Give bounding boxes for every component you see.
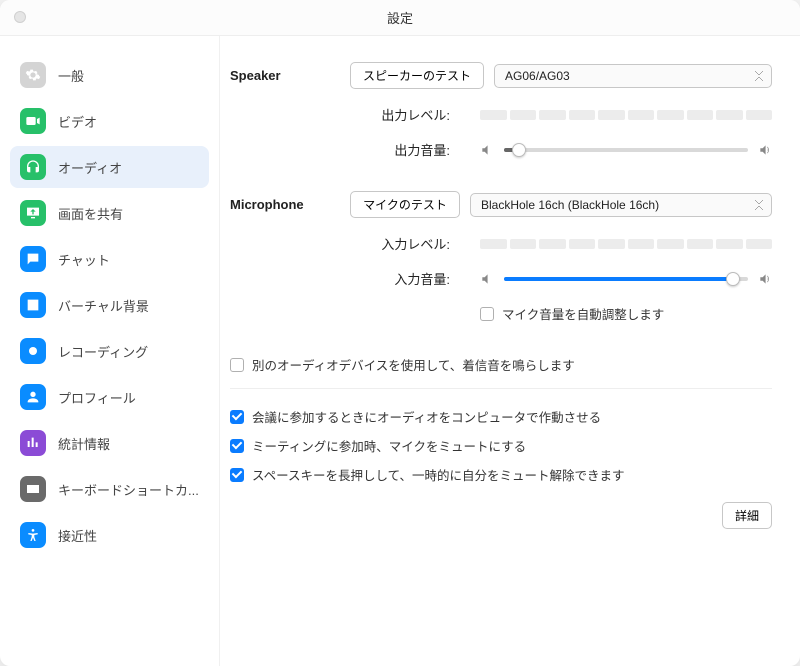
input-volume-slider[interactable] [504, 271, 748, 287]
test-speaker-button[interactable]: スピーカーのテスト [350, 62, 484, 89]
input-volume-label: 入力音量: [230, 269, 480, 288]
sidebar-item-label: 統計情報 [58, 434, 110, 453]
sidebar-item-label: 画面を共有 [58, 204, 123, 223]
sidebar-item-accessibility[interactable]: 接近性 [10, 514, 209, 556]
chat-icon [20, 246, 46, 272]
auto-adjust-mic-checkbox[interactable] [480, 307, 494, 321]
sidebar-item-label: ビデオ [58, 112, 97, 131]
ringtone-device-checkbox[interactable] [230, 358, 244, 372]
mute-on-join-checkbox[interactable] [230, 439, 244, 453]
speaker-heading: Speaker [230, 68, 350, 83]
volume-high-icon [758, 272, 772, 286]
sidebar-item-general[interactable]: 一般 [10, 54, 209, 96]
mic-device-value: BlackHole 16ch (BlackHole 16ch) [481, 198, 659, 212]
audio-settings-panel: Speaker スピーカーのテスト AG06/AG03 出力レベル: [220, 36, 800, 666]
join-with-computer-audio-label: 会議に参加するときにオーディオをコンピュータで作動させる [252, 407, 601, 426]
window-title: 設定 [387, 8, 413, 27]
video-icon [20, 108, 46, 134]
titlebar: 設定 [0, 0, 800, 36]
ringtone-device-label: 別のオーディオデバイスを使用して、着信音を鳴らします [252, 355, 575, 374]
output-level-label: 出力レベル: [230, 105, 480, 124]
headphone-icon [20, 154, 46, 180]
sidebar-item-label: 接近性 [58, 526, 97, 545]
output-volume-slider[interactable] [504, 142, 748, 158]
sidebar-item-audio[interactable]: オーディオ [10, 146, 209, 188]
mic-device-select[interactable]: BlackHole 16ch (BlackHole 16ch) [470, 193, 772, 217]
sidebar-item-label: 一般 [58, 66, 84, 85]
gear-icon [20, 62, 46, 88]
sidebar-item-label: チャット [58, 250, 110, 269]
image-icon [20, 292, 46, 318]
space-unmute-checkbox[interactable] [230, 468, 244, 482]
keyboard-icon [20, 476, 46, 502]
sidebar-item-label: キーボードショートカ... [58, 480, 199, 499]
volume-low-icon [480, 272, 494, 286]
advanced-button[interactable]: 詳細 [722, 502, 772, 529]
sidebar-item-profile[interactable]: プロフィール [10, 376, 209, 418]
space-unmute-label: スペースキーを長押しして、一時的に自分をミュート解除できます [252, 465, 625, 484]
microphone-heading: Microphone [230, 197, 350, 212]
output-level-meter [480, 110, 772, 120]
join-with-computer-audio-checkbox[interactable] [230, 410, 244, 424]
speaker-device-value: AG06/AG03 [505, 69, 570, 83]
settings-window: 設定 一般 ビデオ オーディオ [0, 0, 800, 666]
speaker-device-select[interactable]: AG06/AG03 [494, 64, 772, 88]
sidebar-item-video[interactable]: ビデオ [10, 100, 209, 142]
sidebar-item-shortcuts[interactable]: キーボードショートカ... [10, 468, 209, 510]
volume-high-icon [758, 143, 772, 157]
sidebar-item-chat[interactable]: チャット [10, 238, 209, 280]
input-level-label: 入力レベル: [230, 234, 480, 253]
sidebar-item-statistics[interactable]: 統計情報 [10, 422, 209, 464]
bar-chart-icon [20, 430, 46, 456]
sidebar-item-label: レコーディング [58, 342, 148, 361]
sidebar-item-label: バーチャル背景 [58, 296, 149, 315]
sidebar-item-label: オーディオ [58, 158, 122, 177]
record-icon [20, 338, 46, 364]
close-dot[interactable] [14, 11, 26, 23]
share-screen-icon [20, 200, 46, 226]
sidebar-item-virtual-bg[interactable]: バーチャル背景 [10, 284, 209, 326]
person-icon [20, 384, 46, 410]
separator [230, 388, 772, 389]
accessibility-icon [20, 522, 46, 548]
test-mic-button[interactable]: マイクのテスト [350, 191, 460, 218]
sidebar-item-recording[interactable]: レコーディング [10, 330, 209, 372]
output-volume-label: 出力音量: [230, 140, 480, 159]
auto-adjust-mic-label: マイク音量を自動調整します [502, 304, 664, 323]
sidebar-item-label: プロフィール [58, 388, 136, 407]
sidebar: 一般 ビデオ オーディオ 画面を共有 [0, 36, 220, 666]
input-level-meter [480, 239, 772, 249]
mute-on-join-label: ミーティングに参加時、マイクをミュートにする [252, 436, 526, 455]
sidebar-item-share-screen[interactable]: 画面を共有 [10, 192, 209, 234]
traffic-lights [14, 11, 26, 23]
volume-low-icon [480, 143, 494, 157]
